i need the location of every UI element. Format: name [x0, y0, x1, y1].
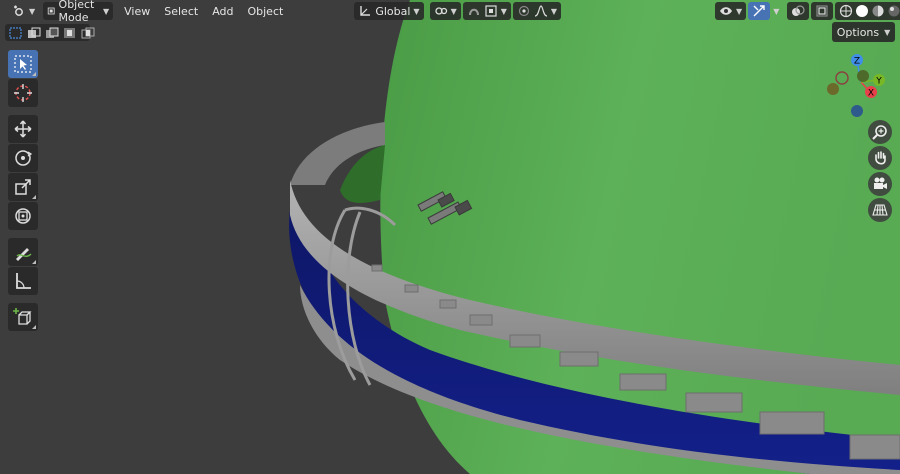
chevron-down-icon: ▼: [413, 6, 420, 16]
editor-type-button[interactable]: ▼: [8, 2, 39, 20]
chevron-down-icon: ▼: [29, 6, 36, 16]
rendered-shading-icon[interactable]: [887, 4, 900, 18]
add-cube-icon: [13, 308, 32, 325]
annotate-icon: [16, 248, 32, 261]
select-box-tool[interactable]: [8, 50, 38, 78]
options-button[interactable]: Options ▼: [832, 22, 895, 42]
grid-icon: [872, 204, 888, 216]
proportional-edit-icon: [518, 5, 529, 17]
zoom-button[interactable]: [868, 120, 892, 144]
camera-icon: [874, 177, 887, 189]
viewport-header: ▼ Object Mode ▼ View Select Add Object G…: [0, 0, 900, 24]
mode-label: Object Mode: [58, 0, 95, 24]
proportional-edit-group[interactable]: ▼: [512, 2, 562, 20]
tool-options-indicator: [32, 260, 36, 264]
annotate-tool[interactable]: [8, 238, 38, 266]
xray-icon: [816, 5, 828, 17]
pivot-point-selector[interactable]: ▼: [429, 2, 461, 20]
chevron-down-icon: ▼: [102, 6, 110, 16]
options-label: Options: [836, 25, 880, 39]
visibility-selector[interactable]: ▼: [715, 2, 747, 20]
tool-options-indicator: [32, 325, 36, 329]
move-tool[interactable]: [8, 115, 38, 143]
wireframe-shading-icon[interactable]: [839, 4, 853, 18]
select-box-icon: [14, 55, 32, 73]
select-intersect-icon[interactable]: [80, 27, 95, 39]
axis-neg-y-ring: [835, 71, 849, 85]
selection-mode-buttons: [5, 24, 95, 41]
select-new-icon[interactable]: [8, 26, 23, 39]
solid-shading-icon[interactable]: [855, 4, 869, 18]
menu-add[interactable]: Add: [205, 5, 240, 18]
object-mode-icon: [47, 7, 55, 15]
3d-viewport[interactable]: ▼ Object Mode ▼ View Select Add Object G…: [0, 0, 900, 474]
cursor-icon: [14, 84, 32, 102]
tool-options-indicator: [32, 72, 36, 76]
scale-icon: [15, 179, 31, 195]
axis-x-label: X: [868, 89, 874, 99]
snap-target-icon: [485, 5, 497, 17]
hand-icon: [875, 151, 886, 165]
axis-neg-y: [857, 70, 869, 82]
rotate-icon: [15, 150, 33, 166]
chevron-down-icon: ▼: [500, 6, 507, 16]
orientation-label: Global: [375, 4, 411, 18]
select-extend-icon[interactable]: [26, 27, 41, 39]
tool-options-indicator: [32, 195, 36, 199]
zoom-icon: [872, 125, 887, 140]
select-subtract-icon[interactable]: [44, 27, 59, 39]
scale-tool[interactable]: [8, 173, 38, 201]
ortho-toggle-button[interactable]: [868, 198, 892, 222]
axis-z-label: Z: [854, 57, 860, 67]
snap-group[interactable]: ▼: [462, 2, 511, 20]
axis-neg-z: [851, 105, 863, 117]
cursor-tool[interactable]: [8, 79, 38, 107]
chevron-down-icon: ▼: [550, 6, 558, 16]
menu-select[interactable]: Select: [157, 5, 205, 18]
chevron-down-icon: ▼: [736, 6, 743, 16]
measure-icon: [16, 273, 31, 289]
measure-tool[interactable]: [8, 267, 38, 295]
gizmo-toggle[interactable]: [748, 2, 771, 20]
material-shading-icon[interactable]: [871, 4, 885, 18]
mode-selector[interactable]: Object Mode ▼: [43, 0, 114, 24]
pan-button[interactable]: [868, 146, 892, 170]
chevron-down-icon: ▼: [450, 6, 457, 16]
3d-viewport-icon: [14, 5, 23, 16]
falloff-curve-icon: [534, 5, 548, 17]
snap-icon: [468, 8, 479, 16]
camera-view-button[interactable]: [868, 172, 892, 196]
transform-icon: [15, 208, 31, 224]
eye-icon: [720, 7, 733, 15]
rotate-tool[interactable]: [8, 144, 38, 172]
chevron-down-icon[interactable]: ▼: [773, 7, 779, 16]
menu-view[interactable]: View: [117, 5, 157, 18]
add-cube-tool[interactable]: [8, 303, 38, 331]
pivot-icon: [434, 7, 447, 15]
axis-neg-x: [827, 83, 839, 95]
gizmo-arrows-icon: [753, 5, 765, 17]
orientation-global-icon: [360, 6, 371, 16]
axis-y-label: Y: [875, 77, 882, 87]
transform-tool[interactable]: [8, 202, 38, 230]
shading-group[interactable]: ▼: [835, 2, 900, 20]
move-icon: [14, 120, 32, 138]
overlays-icon: [792, 5, 805, 16]
navigation-gizmo[interactable]: Z Y X: [823, 50, 895, 122]
select-invert-icon[interactable]: [62, 27, 77, 39]
transform-orientation-selector[interactable]: Global ▼: [354, 2, 424, 20]
menu-object[interactable]: Object: [240, 5, 290, 18]
xray-toggle[interactable]: [811, 2, 834, 20]
scene-render: [289, 0, 900, 474]
chevron-down-icon: ▼: [884, 27, 891, 37]
tool-shelf: [8, 50, 40, 332]
overlays-toggle[interactable]: [787, 2, 810, 20]
